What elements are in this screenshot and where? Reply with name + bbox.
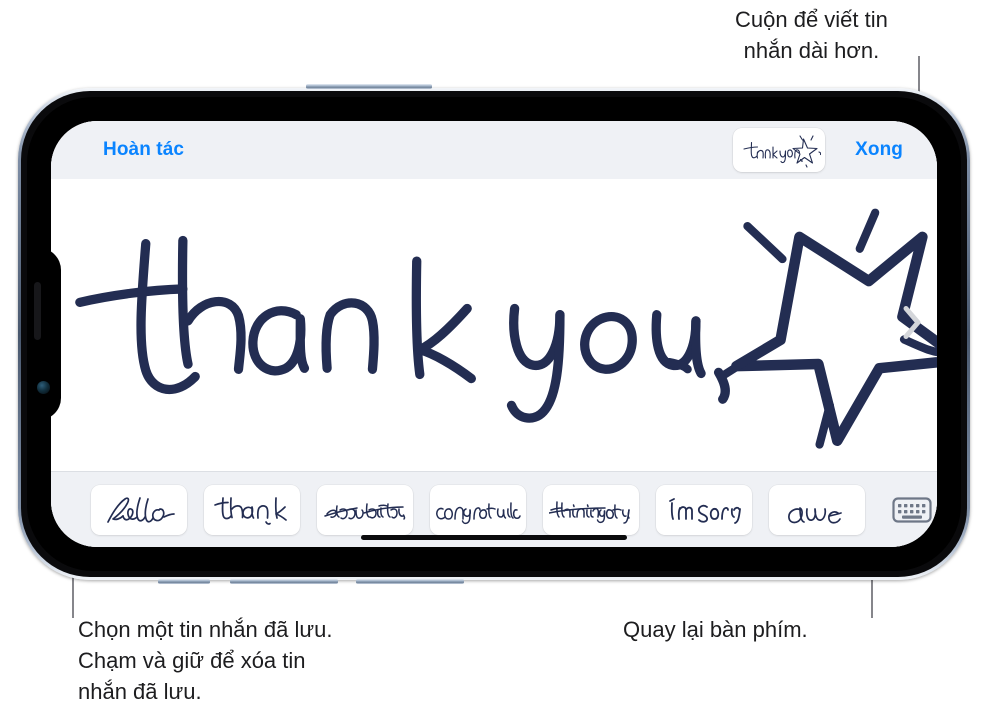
keyboard-icon xyxy=(892,496,932,523)
saved-message-hello-ink xyxy=(107,496,175,523)
mute-switch[interactable] xyxy=(158,579,210,584)
keyboard-button[interactable] xyxy=(892,496,932,524)
device-frame-outer: Hoàn tác Xong xyxy=(18,84,970,584)
home-indicator[interactable] xyxy=(361,535,627,540)
callout-return-keyboard: Quay lại bàn phím. xyxy=(623,617,808,642)
chevron-right-icon xyxy=(903,306,921,339)
undo-button[interactable]: Hoàn tác xyxy=(103,139,184,161)
canvas-thumbnail-preview[interactable] xyxy=(733,128,826,172)
volume-down-button[interactable] xyxy=(356,579,464,584)
saved-message-thank-you-ink xyxy=(214,496,287,525)
iphone-device: Hoàn tác Xong xyxy=(18,84,970,584)
saved-message-congratulations-ink xyxy=(436,501,521,524)
earpiece-speaker xyxy=(34,282,41,340)
saved-message-card[interactable] xyxy=(317,484,413,535)
saved-message-card[interactable] xyxy=(656,484,752,535)
saved-message-card[interactable] xyxy=(543,484,639,535)
done-button[interactable]: Xong xyxy=(855,139,903,161)
canvas-handwriting-ink xyxy=(75,208,937,449)
saved-message-card[interactable] xyxy=(430,484,526,535)
saved-message-card[interactable] xyxy=(204,484,300,535)
saved-message-happy-birthday-ink xyxy=(324,502,406,520)
volume-up-button[interactable] xyxy=(230,579,338,584)
scroll-right-chevron-icon[interactable] xyxy=(901,305,923,346)
app-toolbar: Hoàn tác Xong xyxy=(51,121,937,179)
device-notch xyxy=(27,248,61,420)
device-screen: Hoàn tác Xong xyxy=(51,121,937,547)
digital-touch-handwriting-app: Hoàn tác Xong xyxy=(51,121,937,547)
front-camera xyxy=(37,381,50,394)
device-bezel: Hoàn tác Xong xyxy=(27,97,961,571)
saved-message-thinking-of-you-ink xyxy=(549,500,630,524)
saved-message-card[interactable] xyxy=(91,484,187,535)
power-button[interactable] xyxy=(306,84,432,89)
thumbnail-ink xyxy=(743,135,822,168)
saved-message-card[interactable] xyxy=(769,484,865,535)
callout-scroll-to-write: Cuộn để viết tin nhắn dài hơn. xyxy=(735,7,888,63)
device-frame-inner: Hoàn tác Xong xyxy=(21,91,967,577)
handwriting-canvas[interactable] xyxy=(51,179,937,471)
saved-message-im-sorry-ink xyxy=(669,497,741,524)
saved-message-awe-ink xyxy=(788,506,842,524)
callout-saved-messages: Chọn một tin nhắn đã lưu. Chạm và giữ để… xyxy=(78,617,333,704)
